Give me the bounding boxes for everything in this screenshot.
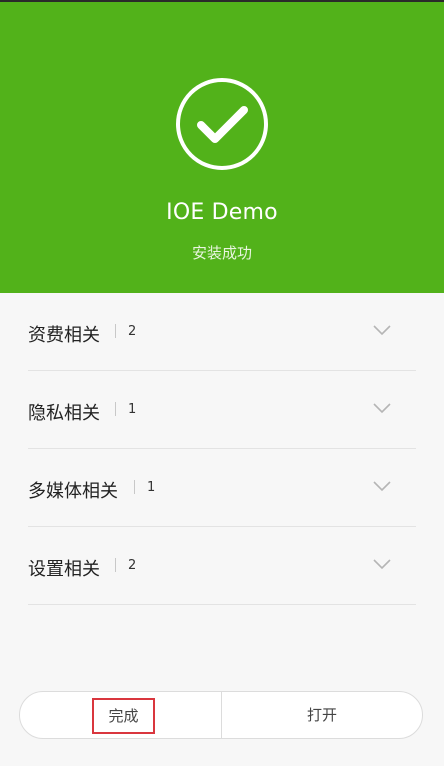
category-label: 多媒体相关 [28,481,118,502]
category-count: 1 [128,402,137,417]
category-label: 设置相关 [28,559,100,580]
permission-category-list: 资费相关 2 隐私相关 1 多媒体相关 1 设置相关 2 [28,293,416,605]
install-status: 安装成功 [191,244,252,262]
chevron-down-icon[interactable] [372,480,392,492]
label-divider [115,324,116,338]
done-button[interactable]: 完成 [92,698,155,734]
category-label: 资费相关 [28,325,100,346]
chevron-down-icon[interactable] [372,324,392,336]
category-label: 隐私相关 [28,403,100,424]
category-count: 2 [128,324,137,339]
label-divider [115,402,116,416]
check-circle-icon [176,78,268,170]
label-divider [115,558,116,572]
chevron-down-icon[interactable] [372,558,392,570]
category-row-multimedia[interactable]: 多媒体相关 1 [28,449,416,527]
open-button[interactable]: 打开 [222,692,422,738]
install-result-header: IOE Demo 安装成功 [0,2,444,293]
category-row-fees[interactable]: 资费相关 2 [28,293,416,371]
category-row-settings[interactable]: 设置相关 2 [28,527,416,605]
category-row-privacy[interactable]: 隐私相关 1 [28,371,416,449]
label-divider [134,480,135,494]
category-count: 1 [147,480,156,495]
category-count: 2 [128,558,137,573]
chevron-down-icon[interactable] [372,402,392,414]
app-name: IOE Demo [166,200,278,225]
